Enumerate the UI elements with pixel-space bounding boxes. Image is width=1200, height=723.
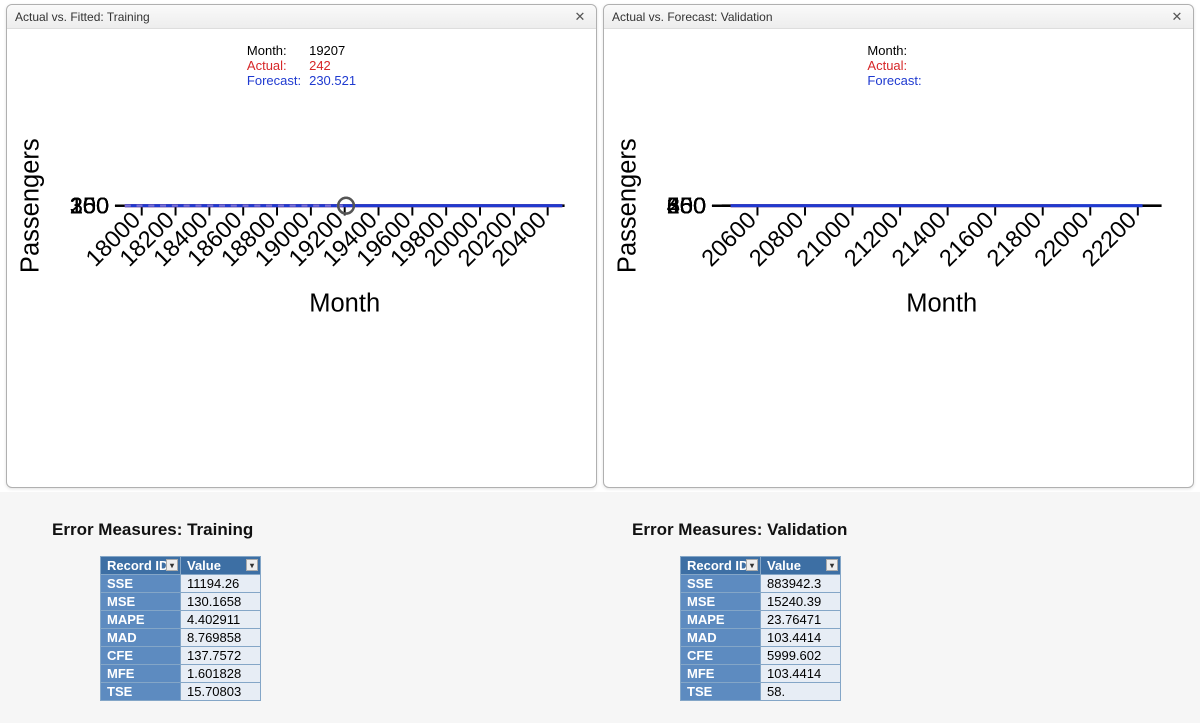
error-title-training: Error Measures: Training <box>52 520 580 540</box>
svg-text:Passengers: Passengers <box>16 138 44 273</box>
error-title-validation: Error Measures: Validation <box>632 520 1160 540</box>
metric-value: 5999.602 <box>761 647 841 665</box>
table-row: MSE130.1658 <box>101 593 261 611</box>
table-row: MSE15240.39 <box>681 593 841 611</box>
metric-value: 103.4414 <box>761 629 841 647</box>
table-row: MFE1.601828 <box>101 665 261 683</box>
table-row: MAPE4.402911 <box>101 611 261 629</box>
svg-text:21800: 21800 <box>982 207 1047 272</box>
metric-name: TSE <box>681 683 761 701</box>
metric-value: 103.4414 <box>761 665 841 683</box>
panel-training-title: Actual vs. Fitted: Training <box>15 10 150 24</box>
metric-value: 130.1658 <box>181 593 261 611</box>
svg-text:21400: 21400 <box>886 207 951 272</box>
close-icon[interactable]: ✕ <box>572 9 588 25</box>
chart-validation[interactable]: 2503003504004505005506006502060020800210… <box>604 29 1193 324</box>
svg-text:350: 350 <box>70 193 109 219</box>
table-header-value[interactable]: Value▾ <box>181 557 261 575</box>
chart-training[interactable]: 1001502002503003501800018200184001860018… <box>7 29 596 324</box>
error-block-validation: Error Measures: Validation Record ID▾Val… <box>620 512 1160 717</box>
metric-name: MAD <box>101 629 181 647</box>
table-row: MAPE23.76471 <box>681 611 841 629</box>
panel-validation-titlebar[interactable]: Actual vs. Forecast: Validation ✕ <box>604 5 1193 29</box>
metric-name: MAPE <box>681 611 761 629</box>
metric-value: 4.402911 <box>181 611 261 629</box>
table-row: MFE103.4414 <box>681 665 841 683</box>
table-row: CFE5999.602 <box>681 647 841 665</box>
panel-validation-title: Actual vs. Forecast: Validation <box>612 10 773 24</box>
metric-value: 15240.39 <box>761 593 841 611</box>
metric-value: 8.769858 <box>181 629 261 647</box>
metric-value: 58. <box>761 683 841 701</box>
svg-text:Passengers: Passengers <box>613 138 641 273</box>
metric-name: MFE <box>681 665 761 683</box>
table-row: SSE11194.26 <box>101 575 261 593</box>
metric-value: 883942.3 <box>761 575 841 593</box>
svg-text:20800: 20800 <box>744 207 809 272</box>
metric-name: MAPE <box>101 611 181 629</box>
svg-text:Month: Month <box>309 290 380 318</box>
error-table-training: Record ID▾Value▾SSE11194.26MSE130.1658MA… <box>100 556 261 701</box>
metric-name: CFE <box>101 647 181 665</box>
table-header-record-id[interactable]: Record ID▾ <box>681 557 761 575</box>
metric-value: 23.76471 <box>761 611 841 629</box>
metric-name: SSE <box>681 575 761 593</box>
table-header-record-id[interactable]: Record ID▾ <box>101 557 181 575</box>
metric-name: MFE <box>101 665 181 683</box>
filter-dropdown-icon[interactable]: ▾ <box>826 559 838 571</box>
table-row: MAD103.4414 <box>681 629 841 647</box>
metric-value: 137.7572 <box>181 647 261 665</box>
filter-dropdown-icon[interactable]: ▾ <box>166 559 178 571</box>
metric-value: 15.70803 <box>181 683 261 701</box>
error-table-validation: Record ID▾Value▾SSE883942.3MSE15240.39MA… <box>680 556 841 701</box>
table-row: TSE58. <box>681 683 841 701</box>
filter-dropdown-icon[interactable]: ▾ <box>746 559 758 571</box>
metric-value: 1.601828 <box>181 665 261 683</box>
svg-text:21600: 21600 <box>934 207 999 272</box>
metric-value: 11194.26 <box>181 575 261 593</box>
svg-text:Month: Month <box>906 290 977 318</box>
close-icon[interactable]: ✕ <box>1169 9 1185 25</box>
panel-training-titlebar[interactable]: Actual vs. Fitted: Training ✕ <box>7 5 596 29</box>
svg-text:650: 650 <box>667 193 706 219</box>
filter-dropdown-icon[interactable]: ▾ <box>246 559 258 571</box>
metric-name: MAD <box>681 629 761 647</box>
table-header-value[interactable]: Value▾ <box>761 557 841 575</box>
svg-text:21000: 21000 <box>791 207 856 272</box>
panel-validation[interactable]: Actual vs. Forecast: Validation ✕ Month:… <box>603 4 1194 488</box>
panel-training[interactable]: Actual vs. Fitted: Training ✕ Month:1920… <box>6 4 597 488</box>
table-row: MAD8.769858 <box>101 629 261 647</box>
svg-text:21200: 21200 <box>839 207 904 272</box>
metric-name: SSE <box>101 575 181 593</box>
svg-text:22200: 22200 <box>1077 207 1142 272</box>
svg-text:22000: 22000 <box>1029 207 1094 272</box>
error-block-training: Error Measures: Training Record ID▾Value… <box>40 512 580 717</box>
table-row: SSE883942.3 <box>681 575 841 593</box>
metric-name: MSE <box>101 593 181 611</box>
metric-name: MSE <box>681 593 761 611</box>
metric-name: CFE <box>681 647 761 665</box>
table-row: CFE137.7572 <box>101 647 261 665</box>
table-row: TSE15.70803 <box>101 683 261 701</box>
metric-name: TSE <box>101 683 181 701</box>
